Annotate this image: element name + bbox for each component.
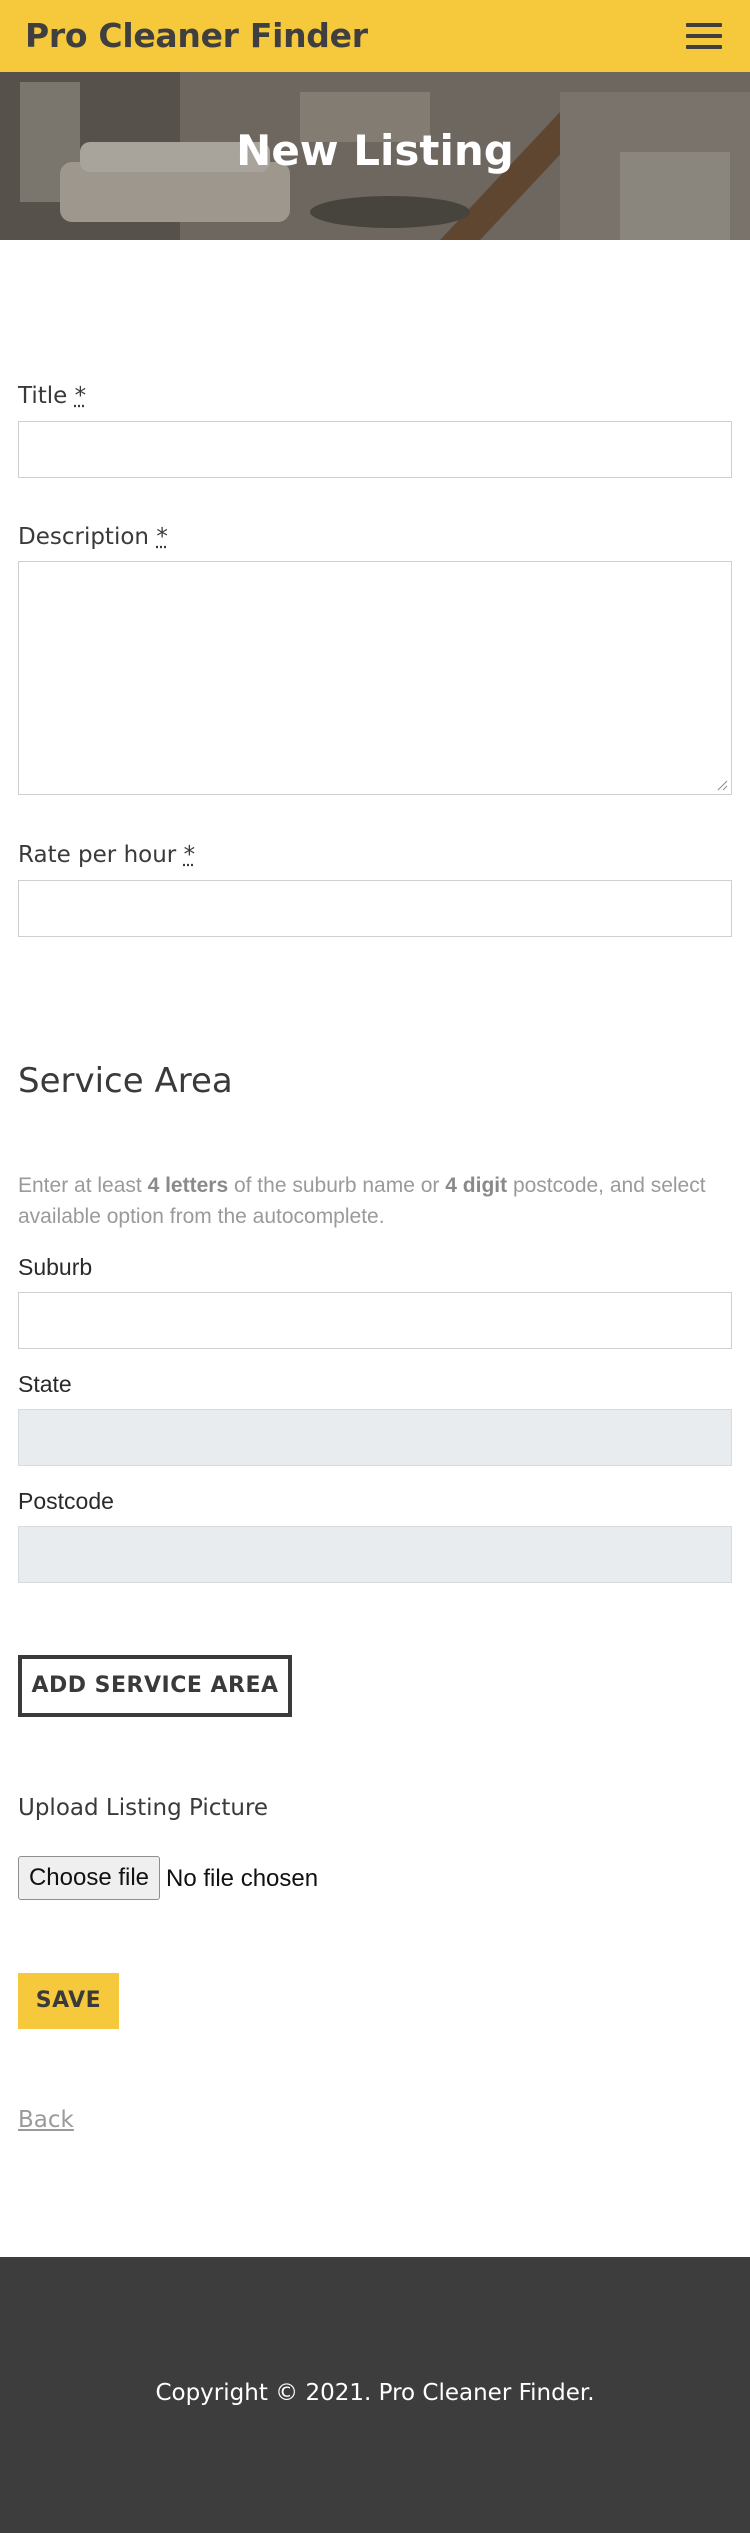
add-service-area-button[interactable]: ADD SERVICE AREA [18, 1655, 292, 1717]
help-text-part: of the suburb name or [228, 1174, 446, 1197]
hamburger-menu-icon[interactable] [686, 23, 722, 51]
required-mark: * [183, 842, 196, 868]
file-status-text: No file chosen [166, 1865, 319, 1892]
suburb-label: Suburb [18, 1254, 93, 1280]
brand-logo-text[interactable]: Pro Cleaner Finder [25, 16, 368, 55]
hero-banner: New Listing [0, 72, 750, 240]
resize-grip-icon[interactable] [716, 779, 728, 791]
help-text-part: Enter at least [18, 1174, 148, 1197]
footer: Copyright © 2021. Pro Cleaner Finder. [0, 2257, 750, 2533]
title-input[interactable] [18, 421, 732, 478]
title-label: Title * [18, 383, 86, 409]
postcode-label: Postcode [18, 1488, 114, 1514]
title-label-text: Title [18, 383, 68, 409]
description-label: Description * [18, 524, 168, 550]
service-area-help-text: Enter at least 4 letters of the suburb n… [18, 1170, 730, 1232]
suburb-input[interactable] [18, 1292, 732, 1349]
copyright-text: Copyright © 2021. Pro Cleaner Finder. [155, 2380, 595, 2406]
navbar: Pro Cleaner Finder [0, 0, 750, 72]
choose-file-button[interactable]: Choose file [18, 1856, 160, 1900]
required-mark: * [74, 383, 87, 409]
help-text-emphasis: 4 digit [445, 1174, 508, 1197]
rate-label: Rate per hour * [18, 842, 195, 868]
state-input [18, 1409, 732, 1466]
description-label-text: Description [18, 524, 149, 550]
upload-picture-label: Upload Listing Picture [18, 1795, 269, 1821]
rate-label-text: Rate per hour [18, 842, 177, 868]
postcode-input [18, 1526, 732, 1583]
service-area-heading: Service Area [18, 1061, 233, 1101]
rate-input[interactable] [18, 880, 732, 937]
required-mark: * [156, 524, 168, 550]
state-label: State [18, 1371, 72, 1397]
help-text-emphasis: 4 letters [147, 1174, 229, 1197]
back-link[interactable]: Back [18, 2107, 74, 2133]
page-title: New Listing [236, 126, 514, 175]
save-button[interactable]: SAVE [18, 1973, 119, 2029]
description-textarea[interactable] [18, 561, 732, 795]
